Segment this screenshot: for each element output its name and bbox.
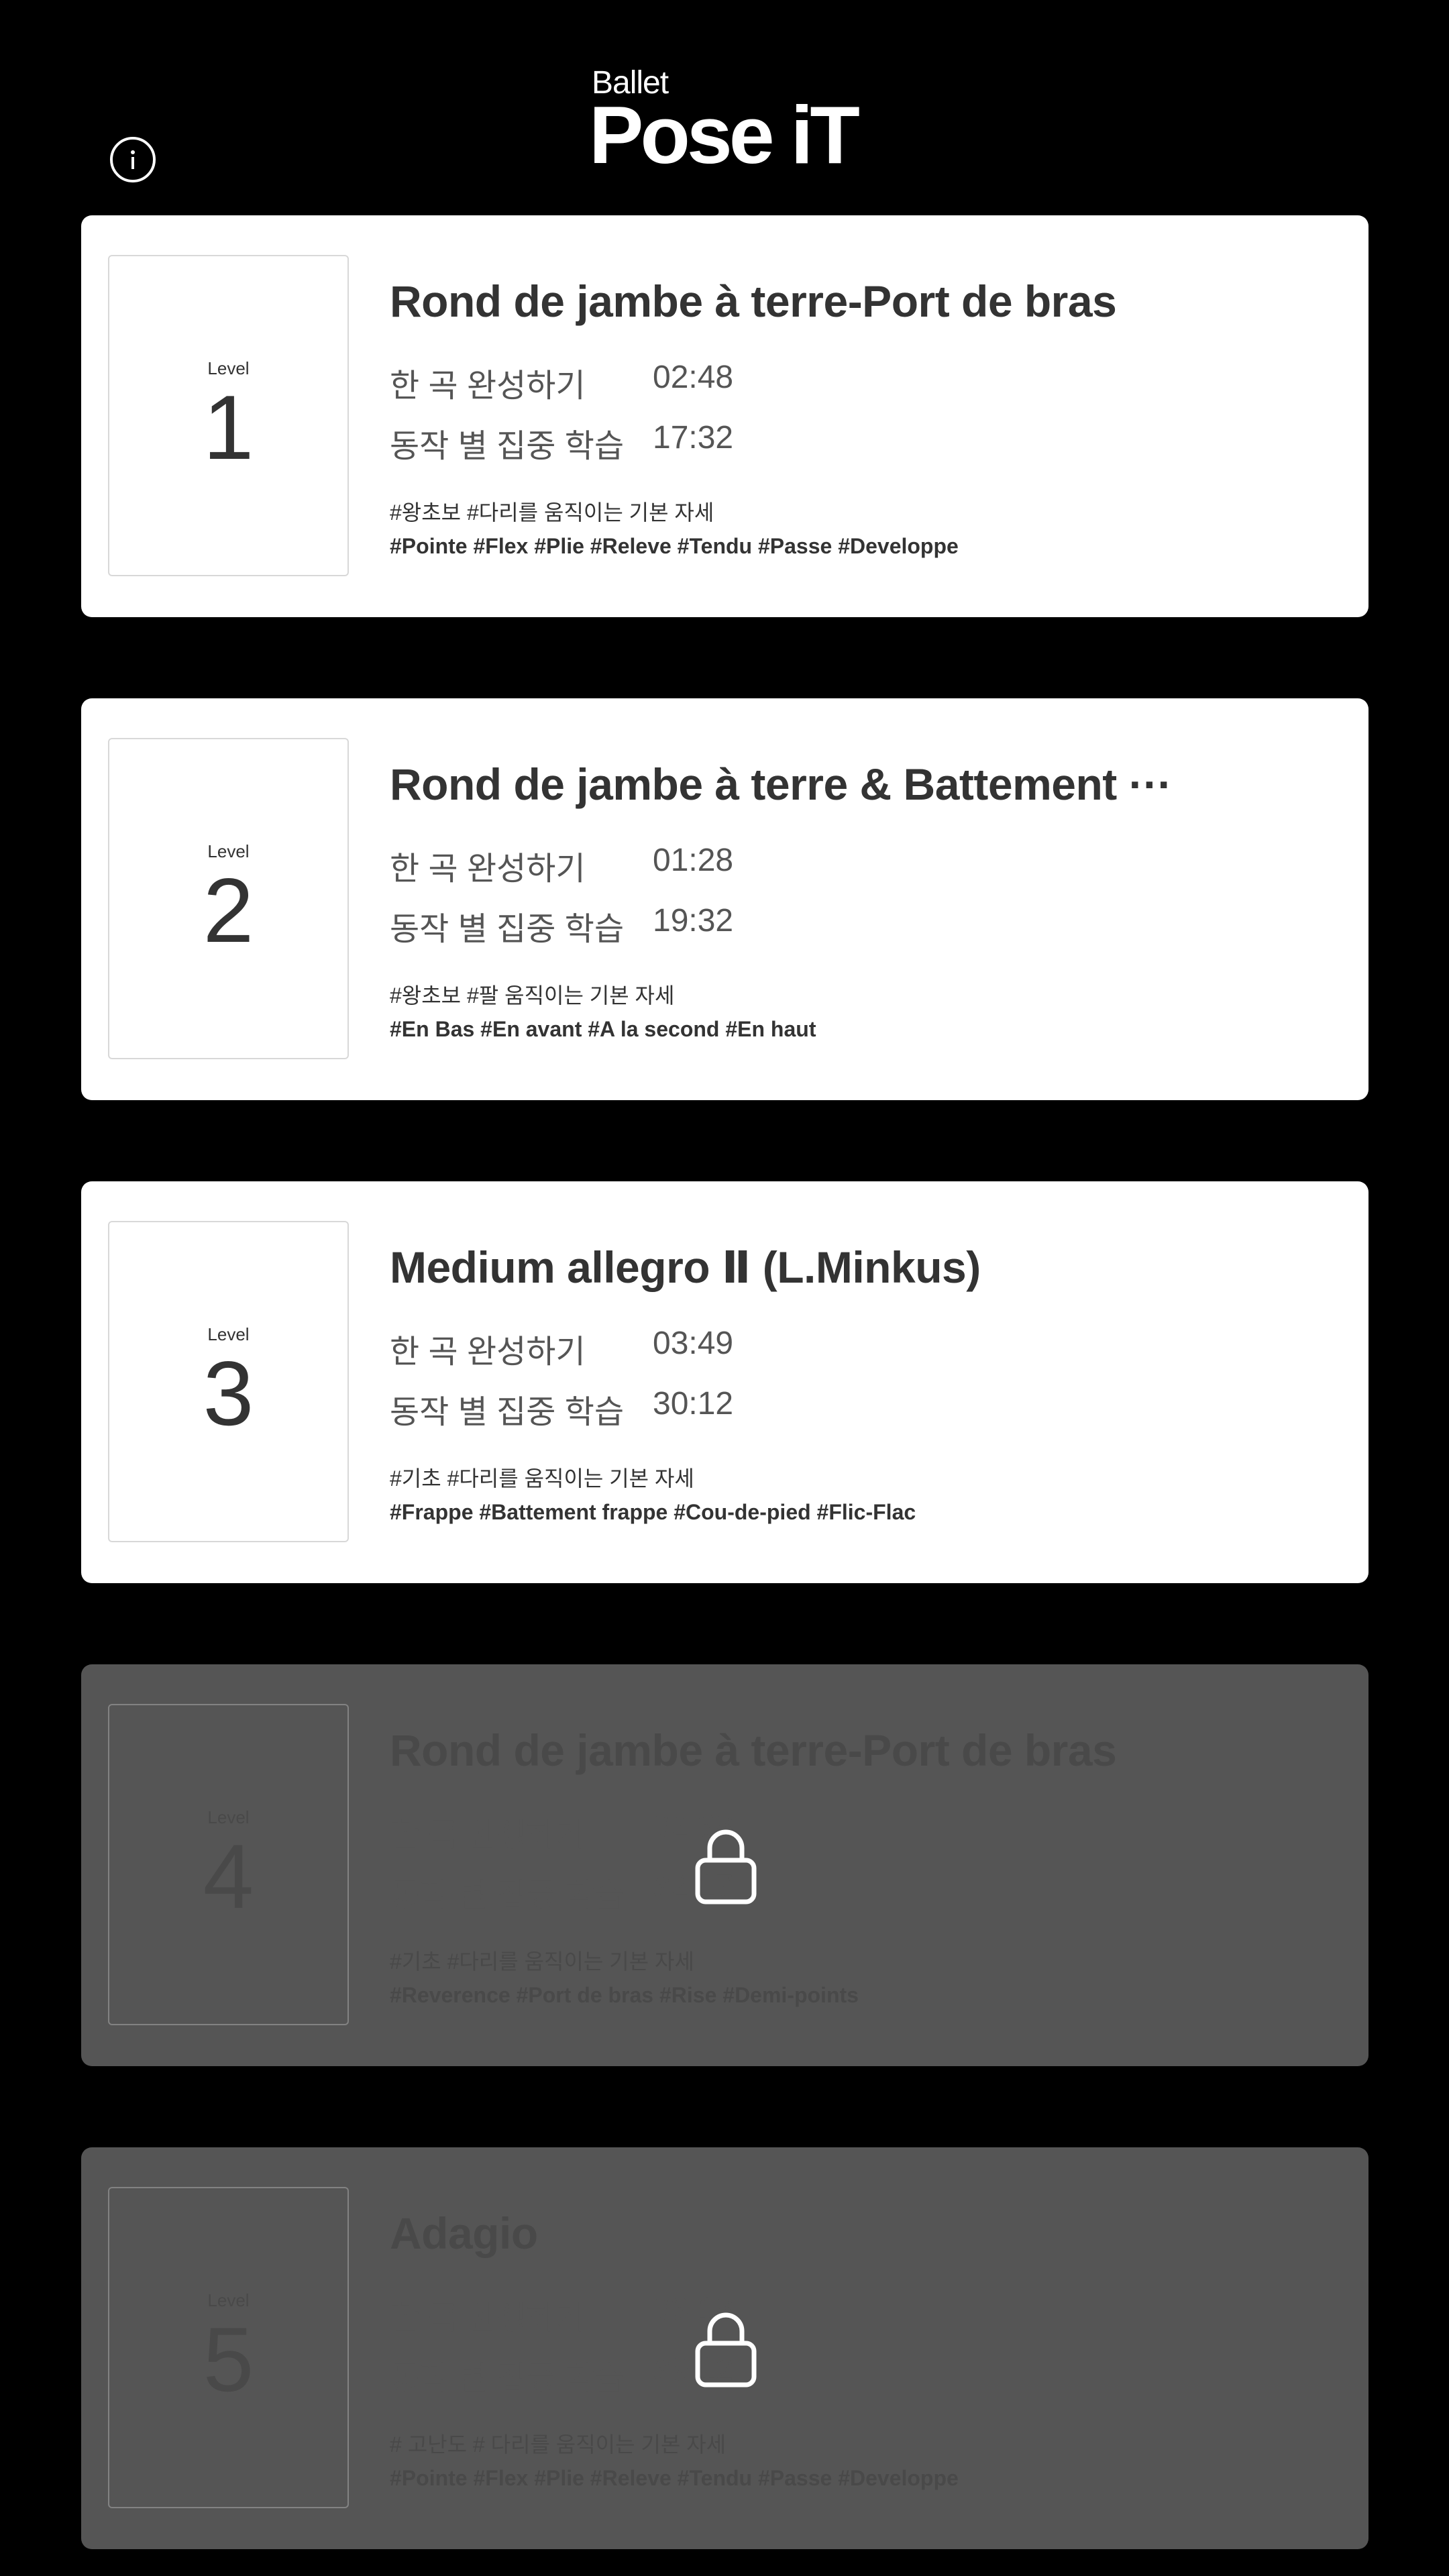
app-logo: Ballet Pose iT [589, 64, 885, 178]
full-song-label: 한 곡 완성하기 [390, 368, 586, 404]
lesson-title: Rond de jambe à terre & Battement ··· [390, 759, 1173, 809]
level-number: 1 [203, 376, 254, 478]
level-badge: Level 4 [108, 1704, 349, 2025]
focus-study-time: 30:12 [653, 1386, 734, 1421]
full-song-label: 한 곡 완성하기 [390, 2300, 586, 2336]
info-icon [131, 150, 135, 169]
lesson-title: Medium allegro Ⅱ (L.Minkus) [390, 1242, 981, 1292]
header: Ballet Pose iT [0, 0, 1449, 201]
focus-study-time: 19:32 [653, 903, 734, 938]
korean-tags: #기초 #다리를 움직이는 기본 자세 [390, 1949, 694, 1974]
focus-study-label: 동작 별 집중 학습 [390, 912, 625, 947]
focus-study-time: 17:32 [653, 420, 734, 455]
level-card-2[interactable]: Level 2 Rond de jambe à terre & Battemen… [81, 698, 1368, 1100]
full-song-time: 03:49 [653, 1326, 734, 1361]
focus-study-label: 동작 별 집중 학습 [390, 2361, 625, 2396]
full-song-time: 02:48 [653, 360, 734, 395]
level-badge: Level 5 [108, 2187, 349, 2508]
level-card-5-locked[interactable]: Level 5 Adagio 한 곡 완성하기 03:18 동작 별 집중 학습… [81, 2147, 1368, 2549]
focus-study-label: 동작 별 집중 학습 [390, 1878, 625, 1913]
korean-tags: #기초 #다리를 움직이는 기본 자세 [390, 1466, 694, 1491]
move-tags: #Pointe #Flex #Plie #Releve #Tendu #Pass… [390, 2466, 959, 2490]
level-number: 2 [203, 859, 254, 961]
lesson-title: Adagio [390, 2208, 538, 2258]
level-card-4-locked[interactable]: Level 4 Rond de jambe à terre-Port de br… [81, 1664, 1368, 2066]
lesson-title: Rond de jambe à terre-Port de bras [390, 1725, 1117, 1775]
level-card-1[interactable]: Level 1 Rond de jambe à terre-Port de br… [81, 215, 1368, 617]
level-number: 5 [203, 2308, 254, 2410]
korean-tags: # 고난도 # 다리를 움직이는 기본 자세 [390, 2432, 727, 2457]
level-badge: Level 3 [108, 1221, 349, 1542]
move-tags: #Pointe #Flex #Plie #Releve #Tendu #Pass… [390, 534, 959, 558]
focus-study-label: 동작 별 집중 학습 [390, 429, 625, 464]
full-song-time: 01:28 [653, 843, 734, 878]
lesson-title: Rond de jambe à terre-Port de bras [390, 276, 1117, 326]
lock-icon [695, 2312, 757, 2387]
level-number: 3 [203, 1342, 254, 1444]
full-song-label: 한 곡 완성하기 [390, 851, 586, 887]
full-song-label: 한 곡 완성하기 [390, 1817, 586, 1853]
logo-pose-it-text: Pose iT [589, 89, 860, 180]
korean-tags: #왕초보 #다리를 움직이는 기본 자세 [390, 500, 714, 525]
korean-tags: #왕초보 #팔 움직이는 기본 자세 [390, 983, 675, 1008]
level-badge: Level 2 [108, 738, 349, 1059]
move-tags: #Frappe #Battement frappe #Cou-de-pied #… [390, 1500, 916, 1524]
focus-study-label: 동작 별 집중 학습 [390, 1395, 625, 1430]
level-card-3[interactable]: Level 3 Medium allegro Ⅱ (L.Minkus) 한 곡 … [81, 1181, 1368, 1583]
move-tags: #Reverence #Port de bras #Rise #Demi-poi… [390, 1983, 859, 2007]
level-badge: Level 1 [108, 255, 349, 576]
full-song-label: 한 곡 완성하기 [390, 1334, 586, 1370]
level-number: 4 [203, 1825, 254, 1927]
move-tags: #En Bas #En avant #A la second #En haut [390, 1017, 816, 1041]
info-button[interactable] [110, 137, 156, 182]
lock-icon [695, 1829, 757, 1904]
